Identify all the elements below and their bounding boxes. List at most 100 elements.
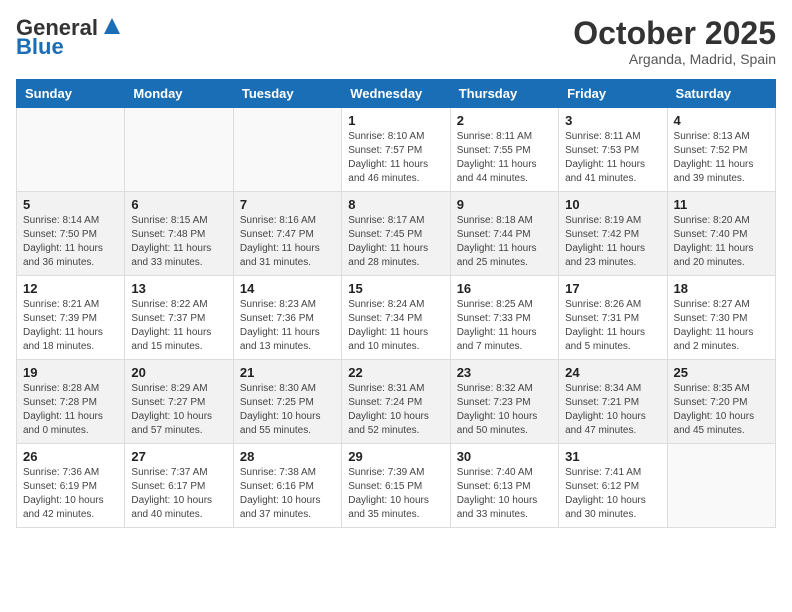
calendar-cell: 6 Sunrise: 8:15 AM Sunset: 7:48 PM Daylig… — [125, 192, 233, 276]
day-number: 24 — [565, 365, 660, 380]
day-info: Sunrise: 7:41 AM Sunset: 6:12 PM Dayligh… — [565, 466, 660, 522]
day-number: 18 — [674, 281, 769, 296]
day-info: Sunrise: 8:20 AM Sunset: 7:40 PM Dayligh… — [674, 214, 769, 270]
calendar-cell: 14Sunrise: 8:23 AM Sunset: 7:36 PM Dayli… — [233, 276, 341, 360]
day-number: 4 — [674, 113, 769, 128]
day-info: Sunrise: 7:40 AM Sunset: 6:13 PM Dayligh… — [457, 466, 552, 522]
calendar-cell: 25 Sunrise: 8:35 AM Sunset: 7:20 PM Dayli… — [667, 360, 775, 444]
day-info: Sunrise: 8:23 AM Sunset: 7:36 PM Dayligh… — [240, 298, 335, 354]
calendar-cell: 30 Sunrise: 7:40 AM Sunset: 6:13 PM Dayli… — [450, 444, 558, 528]
day-info: Sunrise: 8:30 AM Sunset: 7:25 PM Dayligh… — [240, 382, 335, 438]
day-info: Sunrise: 8:26 AM Sunset: 7:31 PM Dayligh… — [565, 298, 660, 354]
day-number: 3 — [565, 113, 660, 128]
day-number: 13 — [131, 281, 226, 296]
calendar-cell: 19 Sunrise: 8:28 AM Sunset: 7:28 PM Dayli… — [17, 360, 125, 444]
day-info: Sunrise: 8:10 AM Sunset: 7:57 PM Dayligh… — [348, 130, 443, 186]
calendar-cell: 24Sunrise: 8:34 AM Sunset: 7:21 PM Dayli… — [559, 360, 667, 444]
calendar-cell — [125, 108, 233, 192]
calendar-cell — [17, 108, 125, 192]
day-number: 6 — [131, 197, 226, 212]
calendar-cell: 31 Sunrise: 7:41 AM Sunset: 6:12 PM Dayli… — [559, 444, 667, 528]
day-number: 25 — [674, 365, 769, 380]
day-info: Sunrise: 8:35 AM Sunset: 7:20 PM Dayligh… — [674, 382, 769, 438]
day-header-wednesday: Wednesday — [342, 80, 450, 108]
day-info: Sunrise: 8:13 AM Sunset: 7:52 PM Dayligh… — [674, 130, 769, 186]
day-info: Sunrise: 8:32 AM Sunset: 7:23 PM Dayligh… — [457, 382, 552, 438]
calendar-cell: 15Sunrise: 8:24 AM Sunset: 7:34 PM Dayli… — [342, 276, 450, 360]
day-number: 17 — [565, 281, 660, 296]
calendar-cell — [667, 444, 775, 528]
day-number: 20 — [131, 365, 226, 380]
calendar-cell: 17 Sunrise: 8:26 AM Sunset: 7:31 PM Dayli… — [559, 276, 667, 360]
day-info: Sunrise: 7:38 AM Sunset: 6:16 PM Dayligh… — [240, 466, 335, 522]
calendar-cell: 20 Sunrise: 8:29 AM Sunset: 7:27 PM Dayli… — [125, 360, 233, 444]
day-number: 5 — [23, 197, 118, 212]
day-info: Sunrise: 8:28 AM Sunset: 7:28 PM Dayligh… — [23, 382, 118, 438]
calendar-cell: 16 Sunrise: 8:25 AM Sunset: 7:33 PM Dayli… — [450, 276, 558, 360]
calendar-header-row: SundayMondayTuesdayWednesdayThursdayFrid… — [17, 80, 776, 108]
calendar-cell: 22Sunrise: 8:31 AM Sunset: 7:24 PM Dayli… — [342, 360, 450, 444]
title-block: October 2025 Arganda, Madrid, Spain — [573, 16, 776, 67]
day-info: Sunrise: 8:29 AM Sunset: 7:27 PM Dayligh… — [131, 382, 226, 438]
day-number: 22 — [348, 365, 443, 380]
calendar-cell: 9 Sunrise: 8:18 AM Sunset: 7:44 PM Daylig… — [450, 192, 558, 276]
day-number: 31 — [565, 449, 660, 464]
calendar-cell — [233, 108, 341, 192]
day-info: Sunrise: 8:18 AM Sunset: 7:44 PM Dayligh… — [457, 214, 552, 270]
logo: General Blue — [16, 16, 122, 59]
calendar-cell: 5 Sunrise: 8:14 AM Sunset: 7:50 PM Daylig… — [17, 192, 125, 276]
day-number: 10 — [565, 197, 660, 212]
day-number: 16 — [457, 281, 552, 296]
day-number: 8 — [348, 197, 443, 212]
calendar-cell: 13 Sunrise: 8:22 AM Sunset: 7:37 PM Dayli… — [125, 276, 233, 360]
day-info: Sunrise: 7:36 AM Sunset: 6:19 PM Dayligh… — [23, 466, 118, 522]
day-info: Sunrise: 7:39 AM Sunset: 6:15 PM Dayligh… — [348, 466, 443, 522]
day-info: Sunrise: 8:25 AM Sunset: 7:33 PM Dayligh… — [457, 298, 552, 354]
day-number: 28 — [240, 449, 335, 464]
day-info: Sunrise: 8:21 AM Sunset: 7:39 PM Dayligh… — [23, 298, 118, 354]
day-info: Sunrise: 8:15 AM Sunset: 7:48 PM Dayligh… — [131, 214, 226, 270]
calendar-week-row: 5 Sunrise: 8:14 AM Sunset: 7:50 PM Daylig… — [17, 192, 776, 276]
location: Arganda, Madrid, Spain — [573, 51, 776, 67]
page-header: General Blue October 2025 Arganda, Madri… — [16, 16, 776, 67]
day-header-friday: Friday — [559, 80, 667, 108]
calendar-cell: 8 Sunrise: 8:17 AM Sunset: 7:45 PM Daylig… — [342, 192, 450, 276]
day-info: Sunrise: 8:22 AM Sunset: 7:37 PM Dayligh… — [131, 298, 226, 354]
day-number: 26 — [23, 449, 118, 464]
calendar-cell: 26 Sunrise: 7:36 AM Sunset: 6:19 PM Dayli… — [17, 444, 125, 528]
calendar-cell: 28 Sunrise: 7:38 AM Sunset: 6:16 PM Dayli… — [233, 444, 341, 528]
day-info: Sunrise: 8:27 AM Sunset: 7:30 PM Dayligh… — [674, 298, 769, 354]
day-number: 1 — [348, 113, 443, 128]
calendar-cell: 11Sunrise: 8:20 AM Sunset: 7:40 PM Dayli… — [667, 192, 775, 276]
day-number: 21 — [240, 365, 335, 380]
day-info: Sunrise: 8:14 AM Sunset: 7:50 PM Dayligh… — [23, 214, 118, 270]
calendar-week-row: 12 Sunrise: 8:21 AM Sunset: 7:39 PM Dayli… — [17, 276, 776, 360]
calendar-cell: 7Sunrise: 8:16 AM Sunset: 7:47 PM Daylig… — [233, 192, 341, 276]
day-number: 19 — [23, 365, 118, 380]
calendar-cell: 1 Sunrise: 8:10 AM Sunset: 7:57 PM Daylig… — [342, 108, 450, 192]
calendar-table: SundayMondayTuesdayWednesdayThursdayFrid… — [16, 79, 776, 528]
calendar-cell: 27Sunrise: 7:37 AM Sunset: 6:17 PM Dayli… — [125, 444, 233, 528]
day-number: 9 — [457, 197, 552, 212]
calendar-cell: 4 Sunrise: 8:13 AM Sunset: 7:52 PM Daylig… — [667, 108, 775, 192]
day-number: 29 — [348, 449, 443, 464]
calendar-cell: 10 Sunrise: 8:19 AM Sunset: 7:42 PM Dayli… — [559, 192, 667, 276]
day-header-sunday: Sunday — [17, 80, 125, 108]
calendar-cell: 12 Sunrise: 8:21 AM Sunset: 7:39 PM Dayli… — [17, 276, 125, 360]
logo-blue: Blue — [16, 34, 64, 59]
day-number: 12 — [23, 281, 118, 296]
day-info: Sunrise: 8:17 AM Sunset: 7:45 PM Dayligh… — [348, 214, 443, 270]
day-number: 2 — [457, 113, 552, 128]
calendar-cell: 2Sunrise: 8:11 AM Sunset: 7:55 PM Daylig… — [450, 108, 558, 192]
day-number: 7 — [240, 197, 335, 212]
day-info: Sunrise: 8:24 AM Sunset: 7:34 PM Dayligh… — [348, 298, 443, 354]
calendar-cell: 18 Sunrise: 8:27 AM Sunset: 7:30 PM Dayli… — [667, 276, 775, 360]
calendar-week-row: 19 Sunrise: 8:28 AM Sunset: 7:28 PM Dayli… — [17, 360, 776, 444]
calendar-cell: 3Sunrise: 8:11 AM Sunset: 7:53 PM Daylig… — [559, 108, 667, 192]
calendar-cell: 23Sunrise: 8:32 AM Sunset: 7:23 PM Dayli… — [450, 360, 558, 444]
month-title: October 2025 — [573, 16, 776, 51]
calendar-week-row: 26 Sunrise: 7:36 AM Sunset: 6:19 PM Dayli… — [17, 444, 776, 528]
day-info: Sunrise: 8:19 AM Sunset: 7:42 PM Dayligh… — [565, 214, 660, 270]
day-header-thursday: Thursday — [450, 80, 558, 108]
day-number: 30 — [457, 449, 552, 464]
